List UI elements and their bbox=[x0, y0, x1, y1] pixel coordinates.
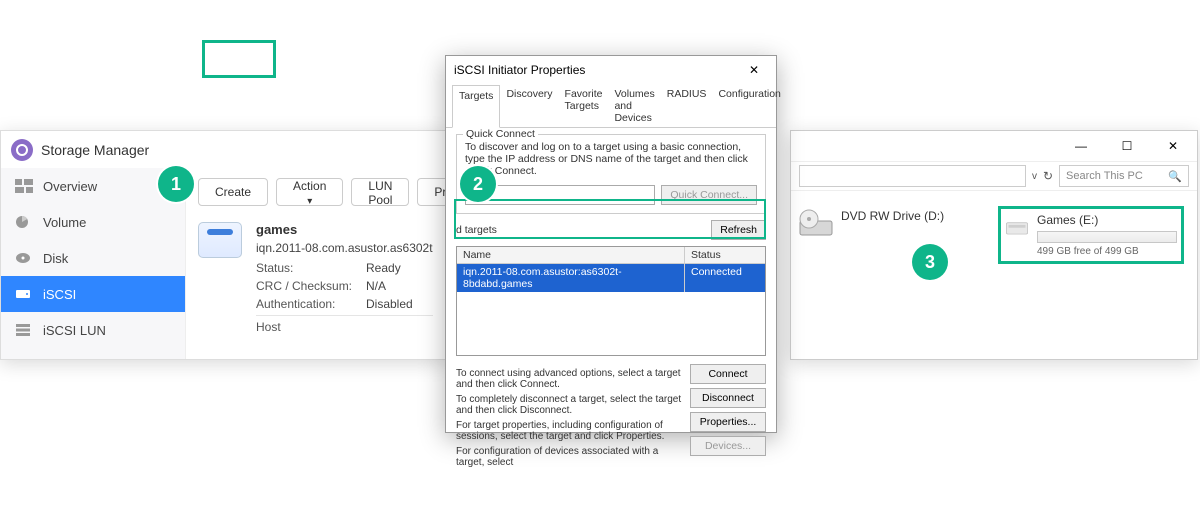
tab-volumes-devices[interactable]: Volumes and Devices bbox=[608, 84, 660, 127]
sidebar-item-label: Volume bbox=[43, 215, 86, 230]
storage-manager-title: Storage Manager bbox=[41, 142, 149, 158]
sidebar-item-label: Disk bbox=[43, 251, 68, 266]
help-devices: For configuration of devices associated … bbox=[456, 446, 682, 468]
properties-button[interactable]: Properties... bbox=[690, 412, 766, 432]
storage-manager-titlebar: Storage Manager bbox=[1, 131, 449, 168]
column-name: Name bbox=[457, 247, 685, 263]
quick-connect-group: Quick Connect To discover and log on to … bbox=[456, 134, 766, 214]
explorer-body: DVD RW Drive (D:) Games (E:) 499 GB free… bbox=[791, 191, 1197, 269]
tab-favorite-targets[interactable]: Favorite Targets bbox=[559, 84, 609, 127]
explorer-address-bar: v Search This PC 🔍 bbox=[791, 161, 1197, 191]
sidebar-item-label: iSCSI bbox=[43, 287, 76, 302]
minimize-button[interactable]: — bbox=[1059, 132, 1103, 160]
close-button[interactable]: ✕ bbox=[740, 63, 768, 77]
step-1-highlight bbox=[202, 40, 276, 78]
step-badge-1: 1 bbox=[158, 166, 194, 202]
disk-icon bbox=[15, 251, 33, 265]
connect-button[interactable]: Connect bbox=[690, 364, 766, 384]
drive-dvd[interactable]: DVD RW Drive (D:) bbox=[799, 209, 979, 261]
drive-dvd-name: DVD RW Drive (D:) bbox=[841, 209, 979, 223]
tab-configuration[interactable]: Configuration bbox=[712, 84, 786, 127]
sidebar-item-label: iSCSI LUN bbox=[43, 323, 106, 338]
step-badge-3: 3 bbox=[912, 244, 948, 280]
quick-connect-button[interactable]: Quick Connect... bbox=[661, 185, 757, 205]
storage-manager-sidebar: Overview Volume Disk iSCSI iSCSI LUN bbox=[1, 168, 186, 359]
tab-radius[interactable]: RADIUS bbox=[661, 84, 713, 127]
host-label: Host bbox=[256, 315, 433, 334]
iscsi-dialog-title: iSCSI Initiator Properties bbox=[454, 63, 585, 77]
iscsi-dialog-titlebar: iSCSI Initiator Properties ✕ bbox=[446, 56, 776, 84]
drive-icon bbox=[15, 287, 33, 301]
help-connect: To connect using advanced options, selec… bbox=[456, 368, 682, 390]
discovered-targets-header: d targets Refresh bbox=[456, 220, 766, 240]
crc-label: CRC / Checksum: bbox=[256, 279, 366, 293]
tab-targets[interactable]: Targets bbox=[452, 85, 500, 128]
target-row-selected[interactable]: iqn.2011-08.com.asustor:as6302t-8bdabd.g… bbox=[457, 264, 765, 292]
help-properties: For target properties, including configu… bbox=[456, 420, 682, 442]
server-stack-icon bbox=[15, 323, 33, 337]
tab-discovery[interactable]: Discovery bbox=[500, 84, 558, 127]
search-icon: 🔍 bbox=[1168, 170, 1182, 183]
explorer-titlebar: — ☐ ✕ bbox=[791, 131, 1197, 161]
address-input[interactable] bbox=[799, 165, 1026, 187]
sidebar-item-iscsi-lun[interactable]: iSCSI LUN bbox=[1, 312, 185, 348]
status-label: Status: bbox=[256, 261, 366, 275]
crc-value: N/A bbox=[366, 279, 386, 293]
optical-drive-icon bbox=[799, 209, 833, 237]
hard-drive-icon bbox=[1005, 213, 1029, 241]
sidebar-item-volume[interactable]: Volume bbox=[1, 204, 185, 240]
explorer-window: — ☐ ✕ v Search This PC 🔍 DVD RW Drive (D… bbox=[790, 130, 1198, 360]
close-button[interactable]: ✕ bbox=[1151, 132, 1195, 160]
quick-connect-group-title: Quick Connect bbox=[463, 128, 538, 140]
piechart-icon bbox=[15, 215, 33, 229]
column-status: Status bbox=[685, 247, 765, 263]
action-button[interactable]: Action bbox=[276, 178, 343, 206]
target-row-name: iqn.2011-08.com.asustor:as6302t-8bdabd.g… bbox=[457, 264, 685, 292]
target-name: games bbox=[256, 222, 433, 237]
storage-manager-toolbar: Create Action LUN Pool Pr bbox=[198, 178, 449, 216]
iscsi-tabs: Targets Discovery Favorite Targets Volum… bbox=[446, 84, 776, 128]
sidebar-item-disk[interactable]: Disk bbox=[1, 240, 185, 276]
dashboard-icon bbox=[15, 179, 33, 193]
help-disconnect: To completely disconnect a target, selec… bbox=[456, 394, 682, 416]
disconnect-button[interactable]: Disconnect bbox=[690, 388, 766, 408]
status-value: Ready bbox=[366, 261, 401, 275]
storage-manager-window: Storage Manager Overview Volume Disk iSC… bbox=[0, 130, 450, 360]
iscsi-target-card[interactable]: games iqn.2011-08.com.asustor.as6302t St… bbox=[198, 216, 449, 340]
sidebar-item-iscsi[interactable]: iSCSI bbox=[1, 276, 185, 312]
create-button[interactable]: Create bbox=[198, 178, 268, 206]
quick-connect-desc: To discover and log on to a target using… bbox=[465, 141, 757, 177]
discovered-targets-label: d targets bbox=[456, 224, 497, 236]
refresh-button[interactable]: Refresh bbox=[711, 220, 766, 240]
lun-pool-button[interactable]: LUN Pool bbox=[351, 178, 409, 206]
address-dropdown-icon[interactable]: v bbox=[1032, 171, 1037, 182]
drive-games[interactable]: Games (E:) 499 GB free of 499 GB bbox=[1001, 209, 1181, 261]
storage-manager-main: Create Action LUN Pool Pr games iqn.2011… bbox=[186, 168, 449, 359]
drive-capacity-bar bbox=[1037, 231, 1177, 243]
target-iqn: iqn.2011-08.com.asustor.as6302t bbox=[256, 241, 433, 255]
drive-games-sub: 499 GB free of 499 GB bbox=[1037, 246, 1177, 257]
target-drive-icon bbox=[198, 222, 242, 258]
step-badge-2: 2 bbox=[460, 166, 496, 202]
iscsi-initiator-dialog: iSCSI Initiator Properties ✕ Targets Dis… bbox=[445, 55, 777, 433]
sidebar-item-label: Overview bbox=[43, 179, 97, 194]
refresh-icon[interactable] bbox=[1043, 167, 1053, 185]
target-row-status: Connected bbox=[685, 264, 765, 292]
search-input[interactable]: Search This PC 🔍 bbox=[1059, 165, 1189, 187]
auth-value: Disabled bbox=[366, 297, 413, 311]
maximize-button[interactable]: ☐ bbox=[1105, 132, 1149, 160]
devices-button[interactable]: Devices... bbox=[690, 436, 766, 456]
discovered-targets-table[interactable]: Name Status iqn.2011-08.com.asustor:as63… bbox=[456, 246, 766, 356]
auth-label: Authentication: bbox=[256, 297, 366, 311]
search-placeholder: Search This PC bbox=[1066, 170, 1143, 182]
drive-games-name: Games (E:) bbox=[1037, 213, 1177, 227]
storage-manager-logo-icon bbox=[11, 139, 33, 161]
